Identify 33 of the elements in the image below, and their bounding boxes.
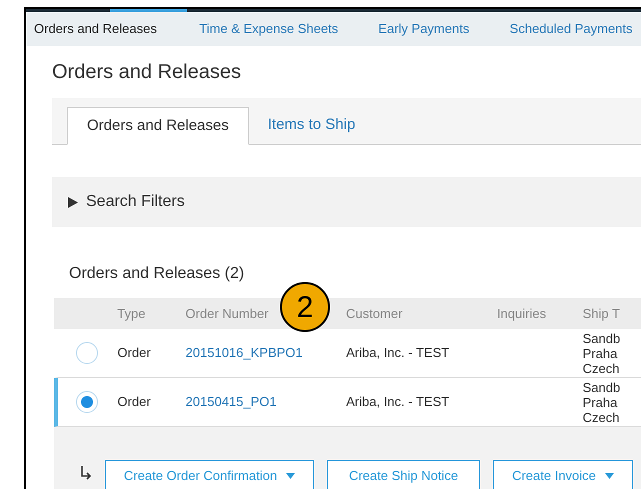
column-header: Inquiries bbox=[496, 306, 546, 321]
action-button[interactable]: Create Invoice bbox=[493, 460, 633, 489]
ship-to-line: Praha bbox=[582, 394, 618, 410]
page-title: Orders and Releases bbox=[52, 62, 242, 82]
tab[interactable]: Orders and Releases bbox=[67, 107, 249, 145]
ship-to-line: Czech bbox=[582, 410, 620, 424]
nav-tab[interactable]: Time & Expense Sheets bbox=[191, 12, 370, 46]
table-cell: Order bbox=[117, 394, 151, 410]
search-filters-toggle[interactable]: Search Filters bbox=[52, 177, 641, 227]
tab[interactable]: Items to Ship bbox=[248, 106, 374, 144]
action-button[interactable]: Create Ship Notice bbox=[327, 460, 480, 489]
column-header: Order Number bbox=[185, 306, 268, 321]
ship-to-line: Sandb bbox=[582, 380, 622, 394]
action-button[interactable]: Create Order Confirmation bbox=[105, 460, 314, 489]
table-cell: Order bbox=[117, 345, 151, 360]
column-header: Customer bbox=[346, 306, 402, 321]
nav-tab[interactable]: Early Payments bbox=[370, 12, 502, 46]
radio-button[interactable] bbox=[76, 342, 98, 364]
table-row[interactable]: Order 20150415_PO1 Ariba, Inc. - TEST Sandb Praha Czech bbox=[54, 378, 641, 427]
order-link[interactable]: 20150415_PO1 bbox=[186, 394, 277, 410]
table-cell: Ariba, Inc. - TEST bbox=[346, 394, 450, 410]
ship-to-line: Czech bbox=[582, 360, 620, 376]
table-cell: Ariba, Inc. - TEST bbox=[346, 345, 450, 360]
ship-to-line: Praha bbox=[582, 346, 618, 360]
table-title: Orders and Releases (2) bbox=[68, 264, 246, 284]
indent-arrow-icon bbox=[80, 466, 92, 480]
order-link[interactable]: 20151016_KPBPO1 bbox=[186, 345, 303, 360]
nav-tab[interactable]: Scheduled Payments bbox=[502, 12, 641, 46]
step-callout: 2 bbox=[280, 282, 330, 332]
column-header: Type bbox=[117, 306, 146, 321]
column-header: Ship T bbox=[582, 306, 620, 321]
radio-button[interactable] bbox=[76, 391, 98, 413]
ship-to-line: Sandb bbox=[582, 330, 622, 346]
